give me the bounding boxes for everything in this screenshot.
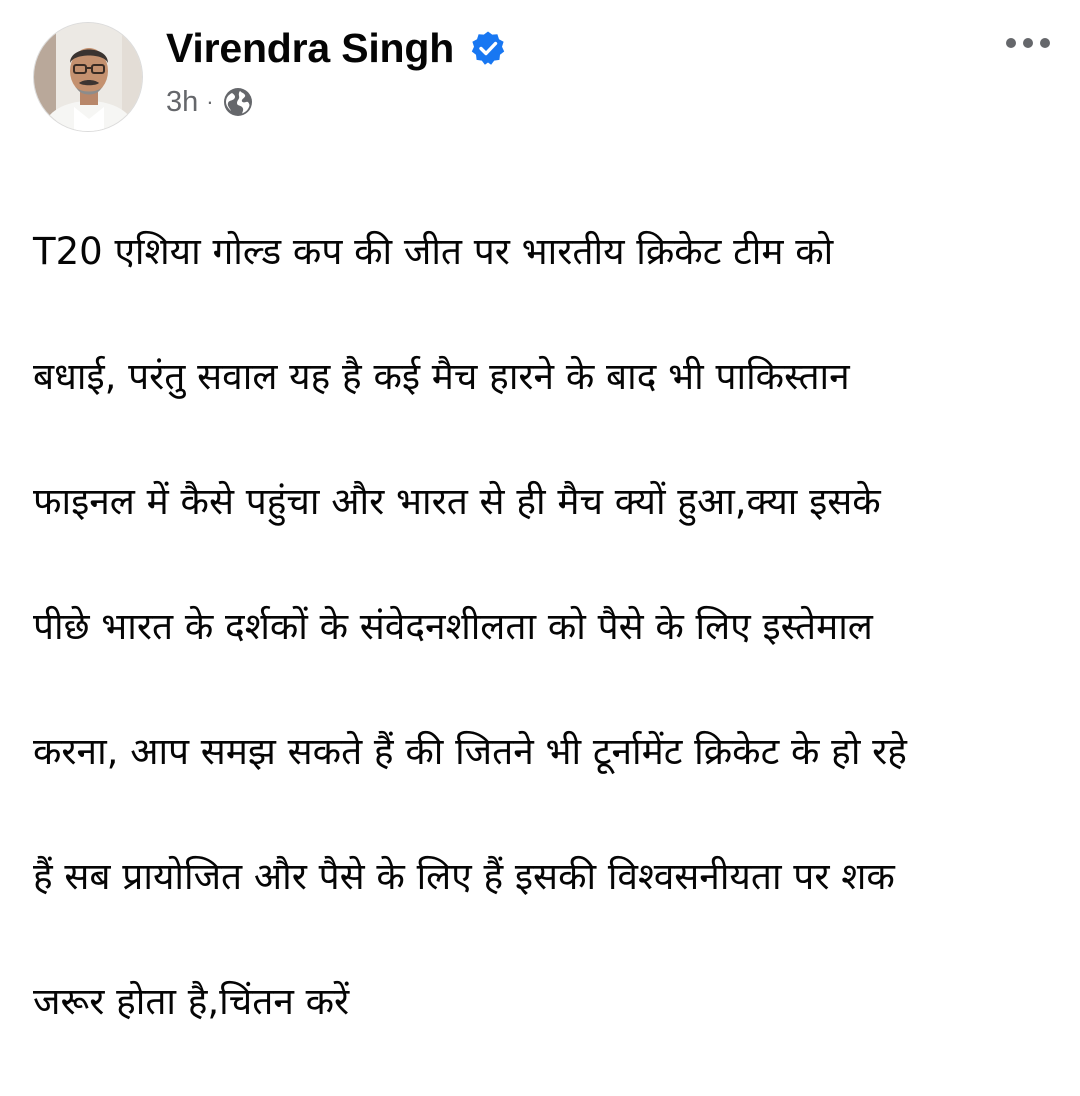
meta-separator: · [206, 89, 214, 114]
verified-badge-icon [471, 31, 505, 65]
more-options-icon[interactable] [996, 26, 1060, 60]
post-meta: 3h · [166, 82, 253, 122]
post-header: Virendra Singh 3h · [0, 0, 1080, 150]
post-timestamp[interactable]: 3h [166, 86, 198, 119]
globe-icon[interactable] [223, 87, 253, 117]
post-body: T20 एशिया गोल्ड कप की जीत पर भारतीय क्रि… [33, 158, 1043, 1096]
author-name[interactable]: Virendra Singh [166, 24, 454, 72]
post-text-line: T20 एशिया गोल्ड कप की जीत पर भारतीय क्रि… [33, 229, 834, 273]
post-text-line: हैं सब प्रायोजित और पैसे के लिए हैं इसकी… [33, 854, 895, 898]
post-text-line: जरूर होता है,चिंतन करें [33, 979, 350, 1023]
author-avatar[interactable] [33, 22, 143, 132]
post-text-line: करना, आप समझ सकते हैं की जितने भी टूर्ना… [33, 729, 907, 773]
post-text-line: पीछे भारत के दर्शकों के संवेदनशीलता को प… [33, 604, 873, 648]
more-dot [1006, 38, 1016, 48]
post-text-line: बधाई, परंतु सवाल यह है कई मैच हारने के ब… [33, 354, 850, 398]
avatar-photo [34, 23, 142, 131]
more-dot [1023, 38, 1033, 48]
post-text-line: फाइनल में कैसे पहुंचा और भारत से ही मैच … [33, 479, 881, 523]
more-dot [1040, 38, 1050, 48]
